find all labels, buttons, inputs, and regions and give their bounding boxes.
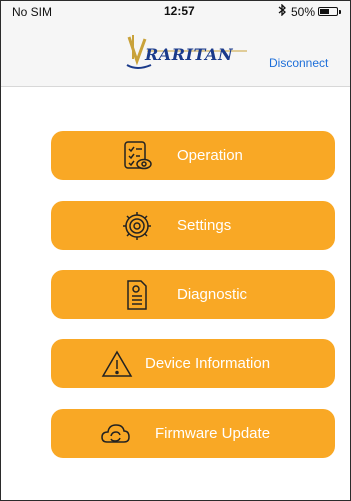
operation-button[interactable]: Operation — [51, 131, 335, 180]
app-screen: No SIM 12:57 50% RARITAN Disconnect Oper… — [0, 0, 351, 501]
raritan-logo: RARITAN — [123, 31, 253, 75]
settings-button[interactable]: Settings — [51, 201, 335, 250]
operation-label: Operation — [177, 147, 243, 164]
battery-icon — [318, 7, 341, 16]
checklist-eye-icon — [121, 140, 153, 172]
battery-percent: 50% — [291, 5, 316, 19]
warning-icon — [101, 348, 133, 380]
device-information-label: Device Information — [145, 355, 271, 372]
gear-icon — [121, 210, 153, 242]
device-information-button[interactable]: Device Information — [51, 339, 335, 388]
settings-label: Settings — [177, 217, 232, 234]
clock: 12:57 — [164, 4, 195, 18]
diagnostic-button[interactable]: Diagnostic — [51, 270, 335, 319]
document-icon — [121, 279, 153, 311]
carrier-label: No SIM — [12, 5, 53, 19]
disconnect-button[interactable]: Disconnect — [269, 56, 328, 70]
bluetooth-icon — [277, 3, 287, 19]
logo-text: RARITAN — [145, 45, 234, 64]
diagnostic-label: Diagnostic — [177, 286, 248, 303]
firmware-update-button[interactable]: Firmware Update — [51, 409, 335, 458]
cloud-sync-icon — [99, 418, 131, 450]
firmware-update-label: Firmware Update — [155, 425, 271, 442]
status-bar: No SIM 12:57 50% — [1, 1, 350, 21]
nav-header: No SIM 12:57 50% RARITAN Disconnect — [1, 1, 350, 87]
